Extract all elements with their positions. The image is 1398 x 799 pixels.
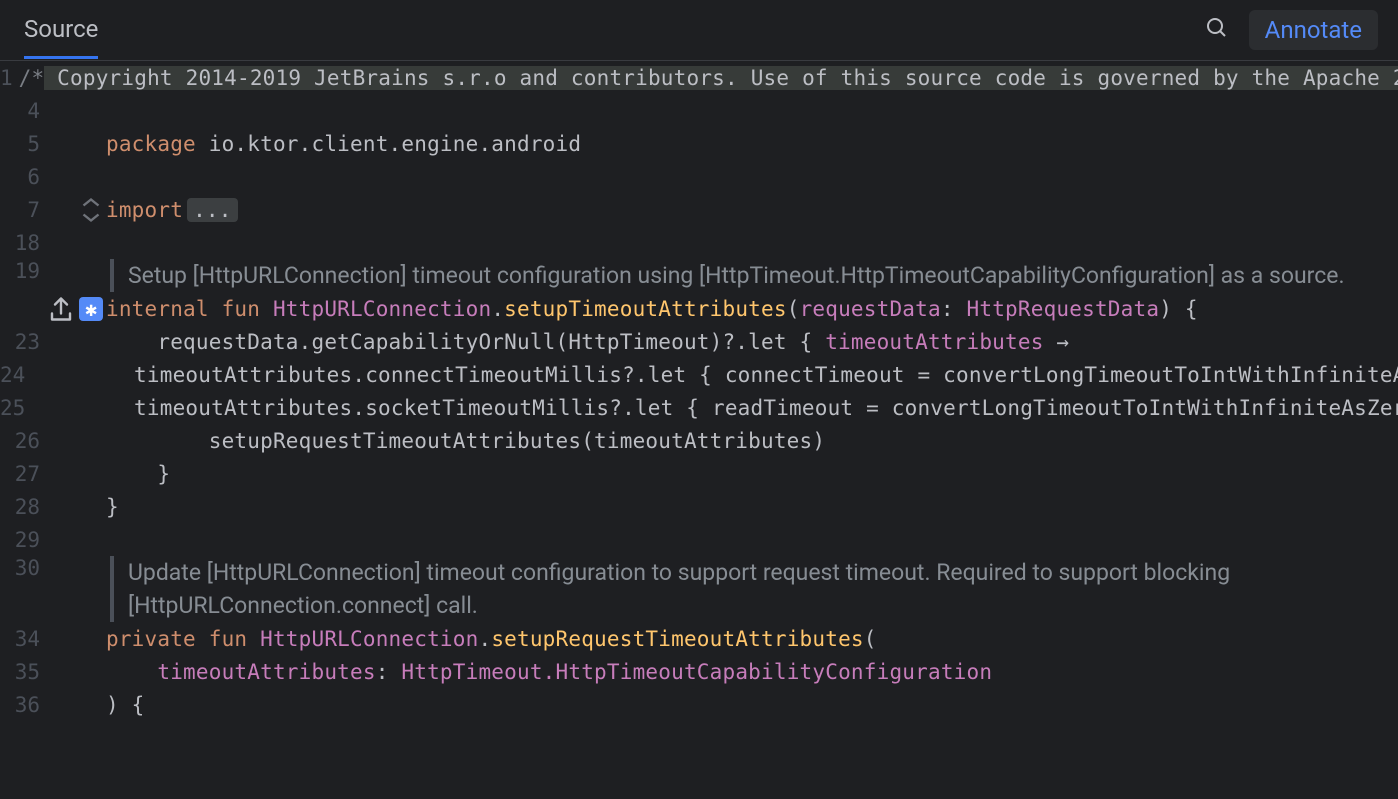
package-path: io.ktor.client.engine.android — [196, 132, 581, 156]
paren-open: ( — [864, 627, 877, 651]
colon: : — [376, 660, 402, 684]
export-icon[interactable] — [46, 294, 76, 324]
code-text: timeoutAttributes.socketTimeoutMillis?.l… — [31, 396, 1398, 420]
code-line[interactable]: ✱ internal fun HttpURLConnection.setupTi… — [0, 292, 1398, 325]
param-name: timeoutAttributes — [157, 660, 375, 684]
line-number: 23 — [0, 330, 46, 354]
comment-start: /* — [19, 66, 45, 90]
top-bar-controls: Annotate — [1205, 10, 1378, 50]
code-text: requestData.getCapabilityOrNull(HttpTime… — [106, 330, 825, 354]
line-number: 1 — [0, 66, 19, 90]
search-icon[interactable] — [1205, 16, 1229, 44]
code-line[interactable]: 7 import... — [0, 193, 1398, 226]
line-number: 18 — [0, 231, 46, 255]
paren-close-brace: ) { — [1159, 297, 1198, 321]
keyword-internal: internal — [106, 297, 209, 321]
bookmark-star-icon[interactable]: ✱ — [79, 297, 103, 321]
line-number: 19 — [0, 259, 46, 283]
line-number: 29 — [0, 528, 46, 552]
line-number: 36 — [0, 693, 46, 717]
line-number: 25 — [0, 396, 31, 420]
code-line[interactable]: 26 setupRequestTimeoutAttributes(timeout… — [0, 424, 1398, 457]
keyword-fun: fun — [222, 297, 261, 321]
function-name: setupRequestTimeoutAttributes — [491, 627, 863, 651]
copyright-text: Copyright 2014-2019 JetBrains s.r.o and … — [44, 66, 1398, 90]
fold-arrows-icon[interactable] — [76, 195, 106, 225]
code-line[interactable]: 34 private fun HttpURLConnection.setupRe… — [0, 622, 1398, 655]
param-type: HttpTimeout.HttpTimeoutCapabilityConfigu… — [401, 660, 992, 684]
kdoc-block[interactable]: 30 Update [HttpURLConnection] timeout co… — [0, 556, 1398, 622]
colon: : — [941, 297, 967, 321]
code-line[interactable]: 5 package io.ktor.client.engine.android — [0, 127, 1398, 160]
keyword-package: package — [106, 132, 196, 156]
line-number: 30 — [0, 556, 46, 580]
line-number: 34 — [0, 627, 46, 651]
code-text: setupRequestTimeoutAttributes(timeoutAtt… — [106, 429, 825, 453]
dot: . — [478, 627, 491, 651]
arrow: → — [1044, 330, 1070, 354]
folded-imports[interactable]: ... — [187, 198, 238, 222]
code-text: timeoutAttributes.connectTimeoutMillis?.… — [31, 363, 1398, 387]
line-number: 6 — [0, 165, 46, 189]
code-line[interactable]: 1 /* Copyright 2014-2019 JetBrains s.r.o… — [0, 61, 1398, 94]
paren-open: ( — [787, 297, 800, 321]
code-text: ) { — [106, 693, 145, 717]
receiver-type: HttpURLConnection — [260, 627, 478, 651]
line-number: 24 — [0, 363, 31, 387]
kdoc-text: Update [HttpURLConnection] timeout confi… — [128, 556, 1370, 622]
param-type: HttpRequestData — [967, 297, 1160, 321]
annotate-button[interactable]: Annotate — [1249, 10, 1378, 50]
code-line[interactable]: 6 — [0, 160, 1398, 193]
receiver-type: HttpURLConnection — [273, 297, 491, 321]
line-number: 26 — [0, 429, 46, 453]
tab-source[interactable]: Source — [24, 1, 98, 59]
code-line[interactable]: 28 } — [0, 490, 1398, 523]
kdoc-text: Setup [HttpURLConnection] timeout config… — [128, 259, 1345, 292]
param-name: requestData — [800, 297, 941, 321]
line-number: 27 — [0, 462, 46, 486]
keyword-import: import — [106, 198, 183, 222]
code-editor[interactable]: 1 /* Copyright 2014-2019 JetBrains s.r.o… — [0, 61, 1398, 799]
code-line[interactable]: 27 } — [0, 457, 1398, 490]
kdoc-block[interactable]: 19 Setup [HttpURLConnection] timeout con… — [0, 259, 1398, 292]
lambda-param: timeoutAttributes — [825, 330, 1043, 354]
code-line[interactable]: 24 timeoutAttributes.connectTimeoutMilli… — [0, 358, 1398, 391]
line-number: 7 — [0, 198, 46, 222]
line-number: 5 — [0, 132, 46, 156]
keyword-private: private — [106, 627, 196, 651]
code-text: } — [106, 462, 170, 486]
keyword-fun: fun — [209, 627, 248, 651]
line-number: 28 — [0, 495, 46, 519]
function-name: setupTimeoutAttributes — [504, 297, 787, 321]
code-line[interactable]: 36 ) { — [0, 688, 1398, 721]
code-line[interactable]: 35 timeoutAttributes: HttpTimeout.HttpTi… — [0, 655, 1398, 688]
code-line[interactable]: 29 — [0, 523, 1398, 556]
code-line[interactable]: 25 timeoutAttributes.socketTimeoutMillis… — [0, 391, 1398, 424]
code-text: } — [106, 495, 119, 519]
dot: . — [491, 297, 504, 321]
code-line[interactable]: 4 — [0, 94, 1398, 127]
code-line[interactable]: 23 requestData.getCapabilityOrNull(HttpT… — [0, 325, 1398, 358]
line-number: 4 — [0, 99, 46, 123]
editor-top-bar: Source Annotate — [0, 0, 1398, 60]
code-line[interactable]: 18 — [0, 226, 1398, 259]
line-number: 35 — [0, 660, 46, 684]
